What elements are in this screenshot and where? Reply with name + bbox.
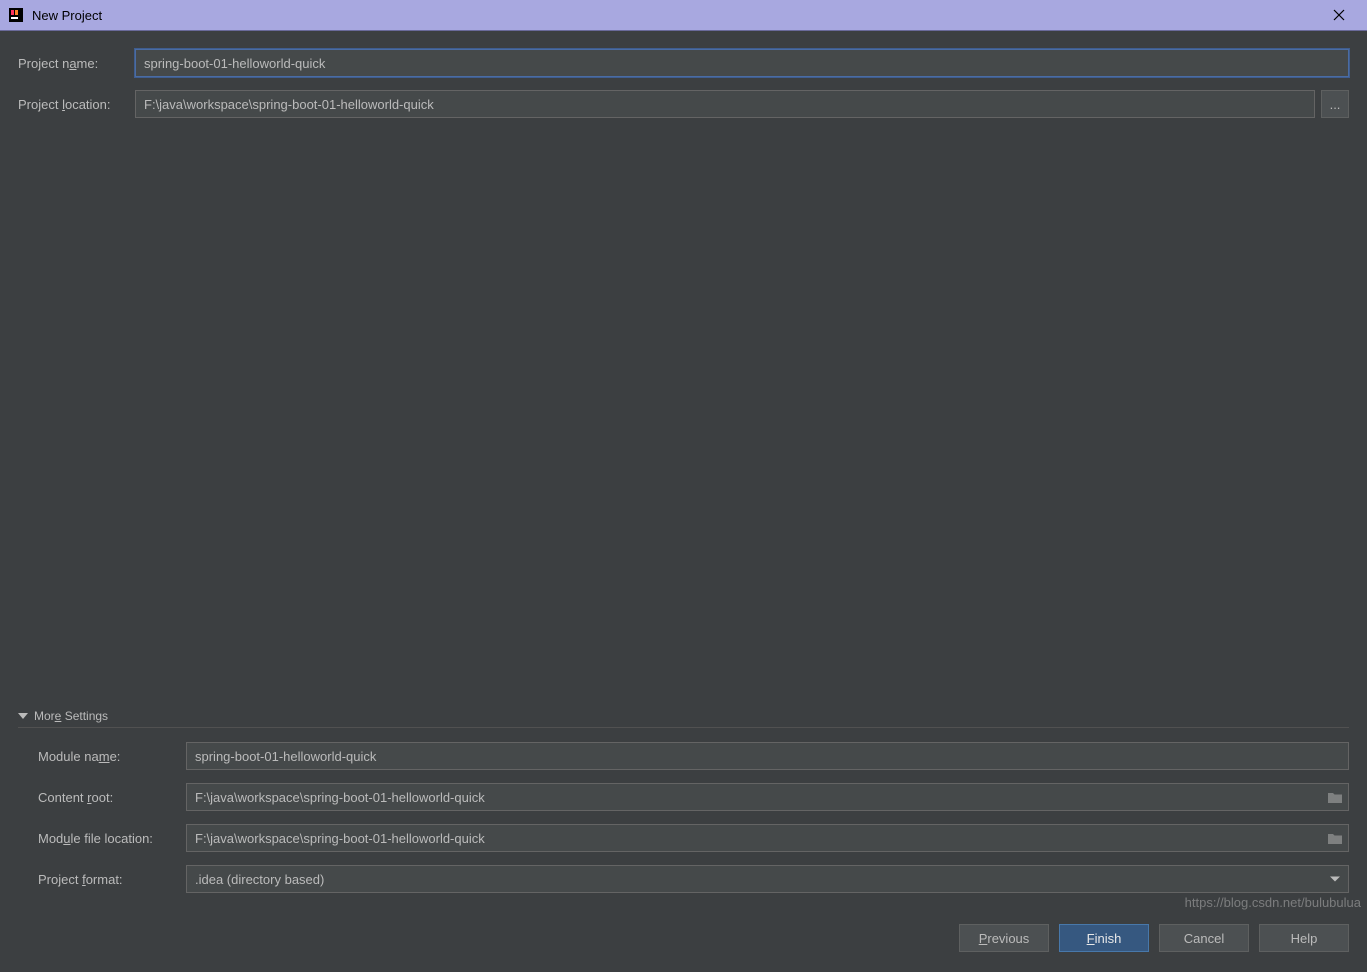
more-settings-toggle[interactable]: More Settings <box>18 709 1349 728</box>
project-location-browse-button[interactable]: ... <box>1321 90 1349 118</box>
app-icon <box>8 7 24 23</box>
button-bar: Previous Finish Cancel Help <box>18 906 1349 972</box>
project-format-row: Project format: .idea (directory based) <box>38 865 1349 893</box>
module-file-location-label: Module file location: <box>38 831 186 846</box>
project-name-input[interactable] <box>135 49 1349 77</box>
ellipsis-icon: ... <box>1330 97 1341 112</box>
content-root-label: Content root: <box>38 790 186 805</box>
folder-icon <box>1327 791 1343 804</box>
project-format-select[interactable]: .idea (directory based) <box>186 865 1349 893</box>
previous-button[interactable]: Previous <box>959 924 1049 952</box>
close-icon <box>1333 9 1345 21</box>
module-name-input[interactable] <box>186 742 1349 770</box>
more-settings-block: Module name: Content root: Module file l… <box>18 742 1349 906</box>
content-root-browse-button[interactable] <box>1325 789 1345 805</box>
cancel-button[interactable]: Cancel <box>1159 924 1249 952</box>
chevron-down-icon <box>1330 877 1340 882</box>
project-location-input[interactable] <box>135 90 1315 118</box>
project-format-label: Project format: <box>38 872 186 887</box>
content-root-input[interactable] <box>186 783 1349 811</box>
project-format-value: .idea (directory based) <box>195 872 324 887</box>
module-name-label: Module name: <box>38 749 186 764</box>
module-file-location-input[interactable] <box>186 824 1349 852</box>
finish-button[interactable]: Finish <box>1059 924 1149 952</box>
more-settings-label: More Settings <box>34 709 108 723</box>
window-title: New Project <box>32 8 1319 23</box>
content-root-row: Content root: <box>38 783 1349 811</box>
title-bar: New Project <box>0 0 1367 31</box>
module-name-row: Module name: <box>38 742 1349 770</box>
module-file-location-row: Module file location: <box>38 824 1349 852</box>
module-file-location-browse-button[interactable] <box>1325 830 1345 846</box>
help-button[interactable]: Help <box>1259 924 1349 952</box>
window-close-button[interactable] <box>1319 0 1359 31</box>
dialog-content: Project name: Project location: ... More… <box>0 31 1367 972</box>
project-location-label: Project location: <box>18 97 135 112</box>
spacer <box>18 131 1349 709</box>
project-name-row: Project name: <box>18 49 1349 77</box>
chevron-down-icon <box>18 713 28 719</box>
project-location-row: Project location: ... <box>18 90 1349 118</box>
project-name-label: Project name: <box>18 56 135 71</box>
folder-icon <box>1327 832 1343 845</box>
